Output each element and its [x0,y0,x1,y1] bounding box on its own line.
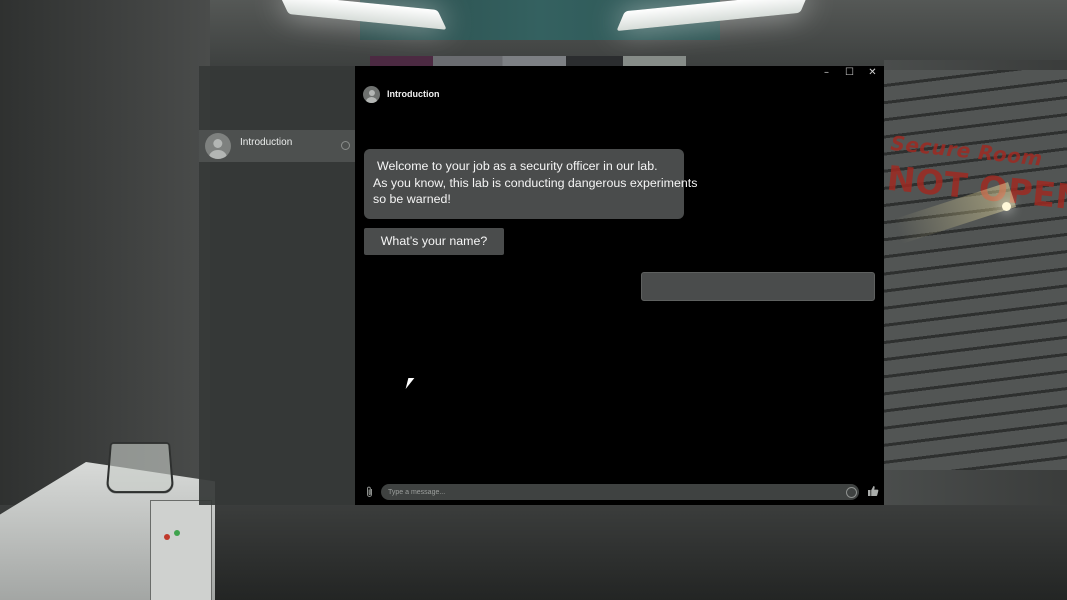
counter-cabinet [150,500,212,600]
window-controls: – ☐ ✕ [815,66,884,82]
wall-lamp [1002,202,1011,211]
message-composer [355,480,884,505]
message-line-2: As you know, this lab is conducting dang… [373,175,698,190]
avatar-icon [363,86,380,103]
green-led [174,530,180,536]
chat-pane: – ☐ ✕ Introduction Welcome to your job a… [355,66,884,505]
red-led [164,534,170,540]
paperclip-icon[interactable] [365,486,376,498]
status-indicator-icon [341,141,350,150]
message-line-1: Welcome to your job as a security office… [377,159,658,173]
conversation-sidebar: Introduction [199,66,355,505]
maximize-button[interactable]: ☐ [838,66,861,82]
thumbs-up-svg [868,486,879,496]
conversation-item-introduction[interactable]: Introduction [199,130,355,162]
wire-basket [105,442,175,494]
header-avatar [363,86,380,103]
emoji-icon[interactable] [846,487,857,498]
avatar [205,133,231,159]
message-line-3: so be warned! [373,192,451,206]
thumbs-up-icon[interactable] [867,485,879,499]
incoming-message: Welcome to your job as a security office… [364,149,698,219]
window-blinds [884,70,1067,470]
chat-app-window: Introduction – ☐ ✕ Introduction Welcome … [199,66,884,505]
reply-option-button[interactable]: What’s your name? [364,228,504,255]
message-input[interactable] [381,484,859,500]
minimize-button[interactable]: – [815,66,838,82]
conversation-name: Introduction [240,137,293,148]
chat-title: Introduction [387,89,440,99]
outgoing-message-placeholder [641,272,875,301]
close-button[interactable]: ✕ [861,66,884,82]
paperclip-svg [367,486,372,497]
